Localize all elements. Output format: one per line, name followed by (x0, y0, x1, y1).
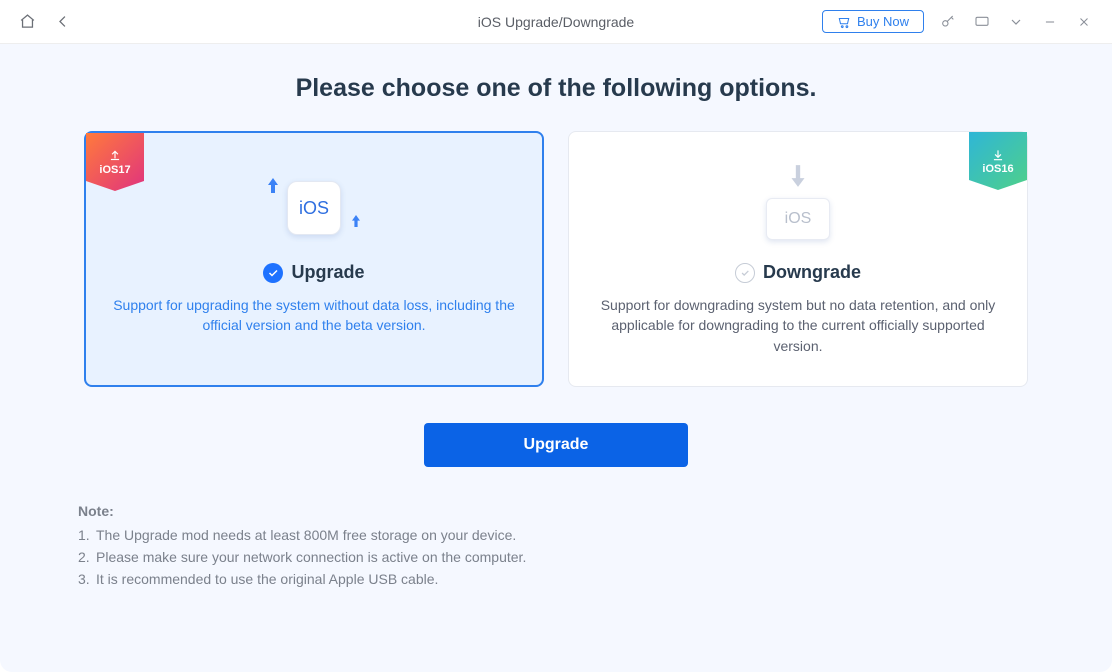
buy-now-label: Buy Now (857, 14, 909, 29)
downgrade-illustration: iOS (593, 172, 1003, 244)
upload-icon (107, 149, 123, 163)
upgrade-title: Upgrade (291, 262, 364, 283)
note-item: 2.Please make sure your network connecti… (78, 549, 1034, 565)
feedback-icon[interactable] (972, 12, 992, 32)
downgrade-desc: Support for downgrading system but no da… (593, 295, 1003, 356)
upgrade-desc: Support for upgrading the system without… (109, 295, 519, 336)
download-icon (990, 148, 1006, 162)
notes-title: Note: (78, 503, 1034, 519)
note-item: 3.It is recommended to use the original … (78, 571, 1034, 587)
upgrade-illustration: iOS (109, 172, 519, 244)
note-item: 1.The Upgrade mod needs at least 800M fr… (78, 527, 1034, 543)
minimize-icon[interactable] (1040, 12, 1060, 32)
content-area: Please choose one of the following optio… (0, 44, 1112, 672)
close-icon[interactable] (1074, 12, 1094, 32)
ios-tile: iOS (287, 181, 341, 235)
home-icon[interactable] (18, 13, 36, 31)
downgrade-ribbon-label: iOS16 (982, 163, 1013, 175)
check-outline-icon (735, 263, 755, 283)
downgrade-title: Downgrade (763, 262, 861, 283)
back-icon[interactable] (54, 13, 72, 31)
titlebar: iOS Upgrade/Downgrade Buy Now (0, 0, 1112, 44)
upgrade-ribbon-label: iOS17 (99, 164, 130, 176)
up-arrow-icon (350, 215, 362, 236)
cart-icon (837, 15, 851, 29)
option-cards: iOS17 iOS Upgrade Support for upgrading … (14, 131, 1098, 387)
page-heading: Please choose one of the following optio… (14, 74, 1098, 103)
chevron-down-icon[interactable] (1006, 12, 1026, 32)
key-icon[interactable] (938, 12, 958, 32)
down-arrow-icon (785, 162, 811, 190)
downgrade-card[interactable]: iOS16 iOS Downgrade Support for downgrad… (568, 131, 1028, 387)
window-title: iOS Upgrade/Downgrade (478, 14, 634, 30)
notes-section: Note: 1.The Upgrade mod needs at least 8… (14, 503, 1098, 587)
check-filled-icon (263, 263, 283, 283)
upgrade-card[interactable]: iOS17 iOS Upgrade Support for upgrading … (84, 131, 544, 387)
primary-action-button[interactable]: Upgrade (424, 423, 688, 467)
up-arrow-icon (266, 178, 280, 203)
buy-now-button[interactable]: Buy Now (822, 10, 924, 33)
ios-tile-grey: iOS (766, 198, 830, 240)
